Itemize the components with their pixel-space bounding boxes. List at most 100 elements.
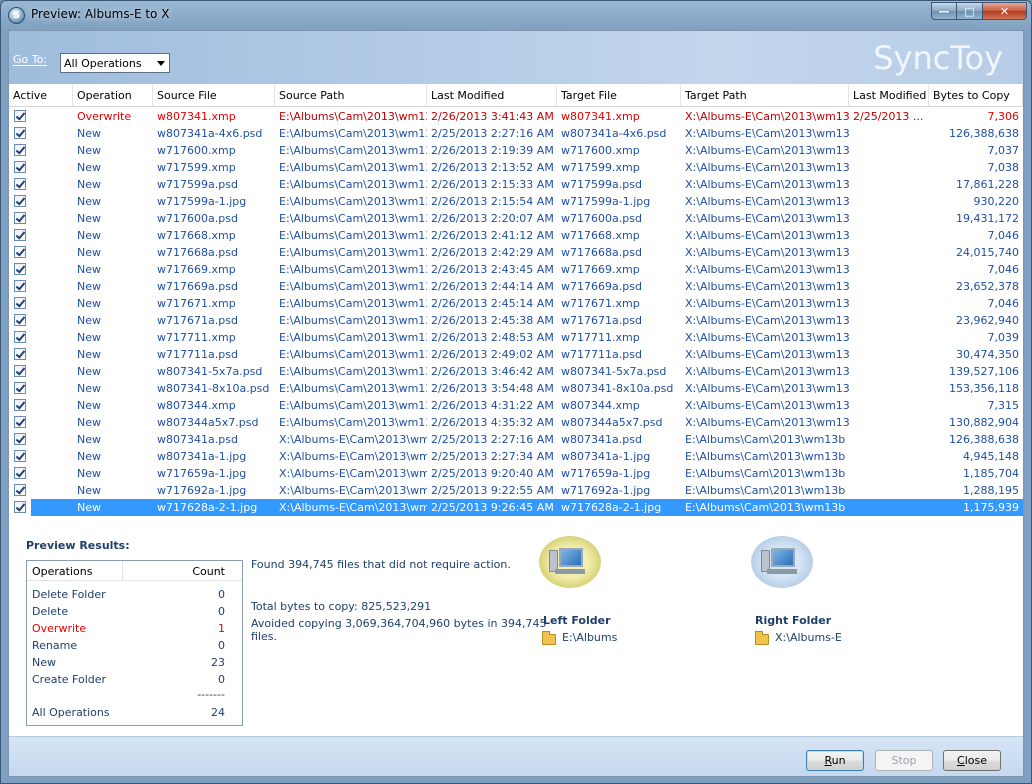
table-row[interactable]: New w807344.xmp E:\Albums\Cam\2013\wm13b 2/…: [9, 397, 1023, 414]
column-header[interactable]: Active: [9, 85, 73, 107]
bytes-cell: 7,315: [987, 399, 1020, 412]
stop-button[interactable]: Stop: [875, 750, 933, 771]
active-checkbox[interactable]: [14, 348, 26, 360]
table-row[interactable]: New w717668.xmp E:\Albums\Cam\2013\wm13b 2/…: [9, 227, 1023, 244]
active-checkbox[interactable]: [14, 280, 26, 292]
table-row[interactable]: New w807341a-1.jpg X:\Albums-E\Cam\2013\wm…: [9, 448, 1023, 465]
active-checkbox[interactable]: [14, 314, 26, 326]
source-modified-cell: 2/26/2013 2:20:07 AM: [431, 212, 554, 225]
table-row[interactable]: New w807341-8x10a.psd E:\Albums\Cam\2013\w…: [9, 380, 1023, 397]
active-checkbox[interactable]: [14, 229, 26, 241]
active-checkbox[interactable]: [14, 110, 26, 122]
bytes-cell: 7,046: [987, 297, 1020, 310]
column-header[interactable]: Last Modified: [427, 85, 557, 107]
column-header[interactable]: Operation: [73, 85, 153, 107]
column-header[interactable]: Source File: [153, 85, 275, 107]
table-row[interactable]: New w717668a.psd E:\Albums\Cam\2013\wm13b 2…: [9, 244, 1023, 261]
operation-cell: New: [77, 484, 101, 497]
active-checkbox[interactable]: [14, 144, 26, 156]
active-checkbox[interactable]: [14, 178, 26, 190]
table-row[interactable]: New w807341-5x7a.psd E:\Albums\Cam\2013\wm…: [9, 363, 1023, 380]
avoided-copying-text: Avoided copying 3,069,364,704,960 bytes …: [251, 617, 547, 630]
column-header[interactable]: Target File: [557, 85, 681, 107]
active-checkbox[interactable]: [14, 297, 26, 309]
source-file-cell: w807341-5x7a.psd: [157, 365, 263, 378]
target-modified-cell: [849, 380, 929, 397]
goto-dropdown[interactable]: All Operations: [60, 53, 170, 73]
table-row[interactable]: New w717599a-1.jpg E:\Albums\Cam\2013\wm13…: [9, 193, 1023, 210]
active-checkbox[interactable]: [14, 399, 26, 411]
active-checkbox[interactable]: [14, 467, 26, 479]
maximize-button[interactable]: □: [957, 2, 983, 20]
target-path-cell: X:\Albums-E\Cam\2013\wm13b: [685, 365, 849, 378]
target-path-cell: X:\Albums-E\Cam\2013\wm13b: [685, 348, 849, 361]
table-row[interactable]: New w717659a-1.jpg X:\Albums-E\Cam\2013\wm…: [9, 465, 1023, 482]
title-bar[interactable]: S Preview: Albums-E to X — □ ✕: [1, 1, 1031, 29]
source-file-cell: w807341a-1.jpg: [157, 450, 247, 463]
table-row[interactable]: New w717600.xmp E:\Albums\Cam\2013\wm13b 2/…: [9, 142, 1023, 159]
column-header[interactable]: Target Path: [681, 85, 849, 107]
operation-count: 0: [218, 673, 225, 686]
bytes-cell: 7,046: [987, 263, 1020, 276]
close-window-button[interactable]: ✕: [983, 2, 1027, 20]
source-modified-cell: 2/25/2013 2:27:16 AM: [431, 433, 554, 446]
active-checkbox[interactable]: [14, 212, 26, 224]
active-checkbox[interactable]: [14, 195, 26, 207]
target-modified-cell: [849, 159, 929, 176]
table-row[interactable]: New w717600a.psd E:\Albums\Cam\2013\wm13b 2…: [9, 210, 1023, 227]
table-row[interactable]: New w807341a.psd X:\Albums-E\Cam\2013\wm..…: [9, 431, 1023, 448]
table-row[interactable]: New w717599.xmp E:\Albums\Cam\2013\wm13b 2/…: [9, 159, 1023, 176]
table-row[interactable]: New w807341a-4x6.psd E:\Albums\Cam\2013\wm…: [9, 125, 1023, 142]
active-checkbox[interactable]: [14, 161, 26, 173]
active-checkbox[interactable]: [14, 450, 26, 462]
active-checkbox[interactable]: [14, 263, 26, 275]
table-row[interactable]: New w717711a.psd E:\Albums\Cam\2013\wm13b 2…: [9, 346, 1023, 363]
target-modified-cell: [849, 346, 929, 363]
active-checkbox[interactable]: [14, 382, 26, 394]
minimize-button[interactable]: —: [931, 2, 957, 20]
source-modified-cell: 2/26/2013 4:31:22 AM: [431, 399, 554, 412]
target-path-cell: X:\Albums-E\Cam\2013\wm13b: [685, 382, 849, 395]
all-operations-count: 24: [211, 706, 225, 719]
target-path-cell: X:\Albums-E\Cam\2013\wm13b: [685, 144, 849, 157]
operation-count: 23: [211, 656, 225, 669]
table-row[interactable]: New w717669a.psd E:\Albums\Cam\2013\wm13b 2…: [9, 278, 1023, 295]
right-folder-path: X:\Albums-E: [775, 631, 842, 644]
table-row[interactable]: New w717599a.psd E:\Albums\Cam\2013\wm13b 2…: [9, 176, 1023, 193]
active-checkbox[interactable]: [14, 331, 26, 343]
source-path-cell: E:\Albums\Cam\2013\wm13b: [279, 416, 427, 429]
close-button[interactable]: Close: [943, 750, 1001, 771]
column-header[interactable]: Bytes to Copy: [929, 85, 1023, 107]
bytes-cell: 7,037: [987, 144, 1020, 157]
client-area: Go To: All Operations SyncToy Active Oper…: [8, 30, 1024, 777]
active-checkbox[interactable]: [14, 484, 26, 496]
active-checkbox[interactable]: [14, 501, 26, 513]
right-folder-title: Right Folder: [755, 614, 832, 627]
table-row[interactable]: New w717669.xmp E:\Albums\Cam\2013\wm13b 2/…: [9, 261, 1023, 278]
source-path-cell: E:\Albums\Cam\2013\wm13b: [279, 144, 427, 157]
table-row[interactable]: New w717711.xmp E:\Albums\Cam\2013\wm13b 2/…: [9, 329, 1023, 346]
run-button[interactable]: Run: [806, 750, 864, 771]
table-row[interactable]: New w717628a-2-1.jpg X:\Albums-E\Cam\2013\…: [9, 499, 1023, 516]
source-file-cell: w807341a-4x6.psd: [157, 127, 263, 140]
active-checkbox[interactable]: [14, 416, 26, 428]
column-header[interactable]: Source Path: [275, 85, 427, 107]
synctoy-app-icon: S: [8, 7, 25, 24]
table-row[interactable]: New w717692a-1.jpg X:\Albums-E\Cam\2013\wm…: [9, 482, 1023, 499]
source-path-cell: E:\Albums\Cam\2013\wm13b: [279, 212, 427, 225]
column-header[interactable]: Last Modified: [849, 85, 929, 107]
target-modified-cell: [849, 482, 929, 499]
target-file-cell: w717668.xmp: [561, 229, 640, 242]
table-row[interactable]: New w717671.xmp E:\Albums\Cam\2013\wm13b 2/…: [9, 295, 1023, 312]
source-path-cell: X:\Albums-E\Cam\2013\wm...: [279, 467, 427, 480]
active-checkbox[interactable]: [14, 365, 26, 377]
source-modified-cell: 2/26/2013 2:43:45 AM: [431, 263, 554, 276]
table-row[interactable]: New w717671a.psd E:\Albums\Cam\2013\wm13b 2…: [9, 312, 1023, 329]
target-path-cell: X:\Albums-E\Cam\2013\wm13b: [685, 212, 849, 225]
active-checkbox[interactable]: [14, 127, 26, 139]
active-checkbox[interactable]: [14, 246, 26, 258]
active-checkbox[interactable]: [14, 433, 26, 445]
table-row[interactable]: Overwrite w807341.xmp E:\Albums\Cam\2013\w…: [9, 108, 1023, 125]
bytes-cell: 23,962,940: [956, 314, 1019, 327]
table-row[interactable]: New w807344a5x7.psd E:\Albums\Cam\2013\wm1…: [9, 414, 1023, 431]
